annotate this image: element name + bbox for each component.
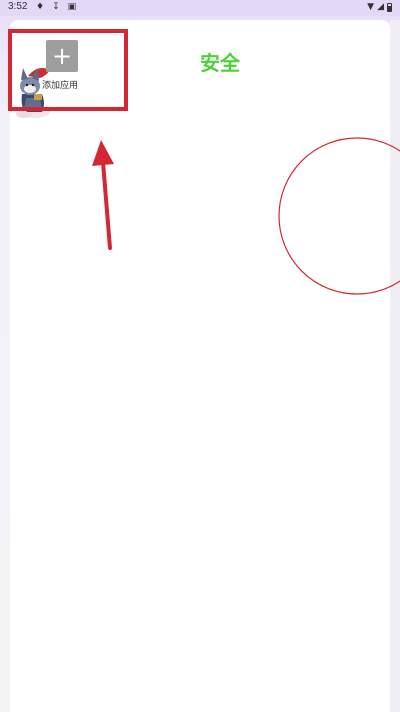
add-app-tile[interactable]: + 添加应用 [10,30,126,118]
status-bar: 3:52 ♦ ↧ ▣ ▼ ◢ [0,0,400,16]
add-app-button[interactable]: + [46,40,78,72]
status-time: 3:52 [8,1,28,12]
wifi-icon: ▼ [367,2,375,12]
page-title: 安全 [200,51,240,75]
add-app-label: 添加应用 [42,81,79,91]
download-icon: ↧ [52,2,60,12]
status-right-icons: ▼ ◢ [367,2,392,12]
signal-icon: ◢ [377,2,384,12]
battery-icon [387,2,392,12]
plus-icon: + [51,42,73,70]
app-icon: ▣ [67,2,77,12]
main-panel [10,20,390,712]
cat-icon: ♦ [36,2,45,12]
right-edge-panel [390,20,400,712]
status-left-icons: ♦ ↧ ▣ [36,2,76,12]
